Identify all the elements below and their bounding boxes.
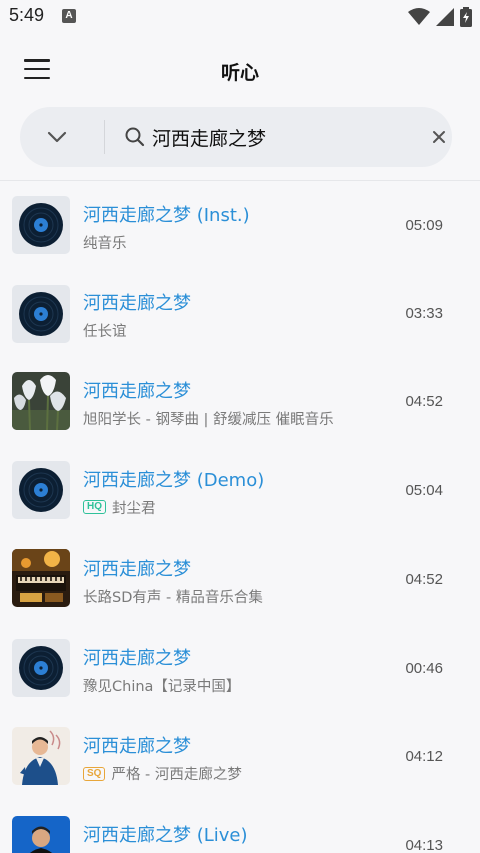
chevron-down-icon[interactable] [46,127,68,147]
song-duration: 04:12 [405,748,443,765]
search-icon [125,127,145,147]
song-title: 河西走廊之梦 [83,647,191,669]
song-title: 河西走廊之梦 [83,381,191,402]
song-title: 河西走廊之梦 [83,736,191,757]
song-duration: 03:33 [405,304,443,322]
singer-blue-photo [12,815,70,853]
song-duration: 05:09 [405,217,443,234]
song-duration: 04:52 [405,571,443,588]
sq-badge: SQ [83,766,106,781]
hq-badge: HQ [83,500,106,514]
song-row[interactable]: 河西走廊之梦 SQ 严格 - 河西走廊之梦 04:12 [0,712,480,801]
wifi-icon [408,8,430,25]
song-row[interactable]: 河西走廊之梦 任长谊 03:33 [0,270,480,359]
song-artist: 严格 - 河西走廊之梦 [111,767,242,783]
song-title: 河西走廊之梦 (Demo) [83,469,265,491]
song-artist: 封尘君 [112,500,156,517]
app-bar: 听心 [0,34,480,104]
song-row[interactable]: 河西走廊之梦 豫见China【记录中国】 00:46 [0,624,480,713]
status-icons [408,7,472,27]
battery-icon [460,7,472,27]
song-artist: 旭阳学长 - 钢琴曲 | 舒缓减压 催眠音乐 [83,412,334,428]
song-title: 河西走廊之梦 (Live) [83,824,248,846]
song-row[interactable]: 河西走廊之梦 长路SD有声 - 精品音乐合集 04:52 [0,535,480,624]
disc-icon [12,284,70,343]
search-bar [20,107,452,167]
song-title: 河西走廊之梦 [83,559,191,580]
song-artist: 豫见China【记录中国】 [83,678,241,695]
song-duration: 04:13 [405,836,443,853]
search-divider [104,120,105,154]
song-row[interactable]: 河西走廊之梦 (Live) 04:13 [0,801,480,853]
song-duration: 00:46 [405,659,443,677]
page-title: 听心 [220,62,259,84]
search-input[interactable] [152,121,402,153]
signal-icon [436,8,454,26]
song-duration: 04:52 [405,393,443,410]
song-title: 河西走廊之梦 (Inst.) [83,205,250,226]
song-row[interactable]: 河西走廊之梦 (Demo) HQ 封尘君 05:04 [0,447,480,536]
disc-icon [12,460,70,519]
disc-icon [12,196,70,254]
song-duration: 05:04 [405,481,443,499]
singer-photo [12,727,70,785]
status-bar: 5:49 A [0,0,480,34]
close-icon[interactable] [429,127,449,147]
song-list: 河西走廊之梦 (Inst.) 纯音乐 05:09 河西走廊之梦 任长谊 03:3… [0,181,480,853]
notification-icon: A [62,9,76,23]
song-title: 河西走廊之梦 [83,292,191,314]
song-artist: 任长谊 [83,323,127,340]
song-row[interactable]: 河西走廊之梦 (Inst.) 纯音乐 05:09 [0,181,480,270]
song-row[interactable]: 河西走廊之梦 旭阳学长 - 钢琴曲 | 舒缓减压 催眠音乐 04:52 [0,358,480,447]
song-artist: 纯音乐 [83,236,127,252]
disc-icon [12,638,70,697]
tulip-photo [12,372,70,430]
status-time: 5:49 [9,5,45,25]
piano-photo [12,549,70,607]
song-artist: 长路SD有声 - 精品音乐合集 [83,590,263,606]
